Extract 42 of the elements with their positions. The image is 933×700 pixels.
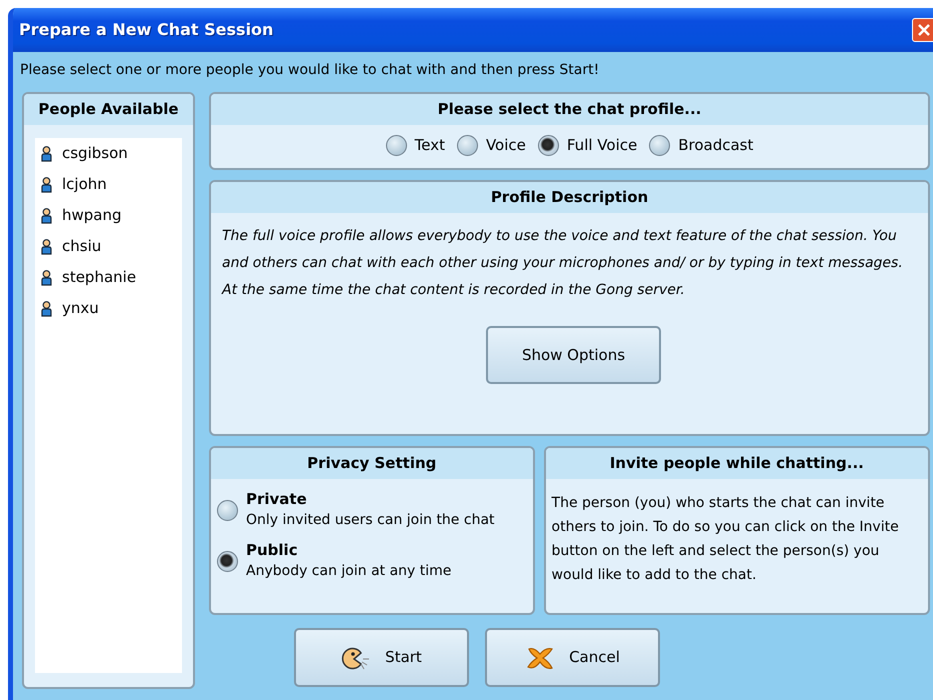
window-title: Prepare a New Chat Session: [19, 19, 274, 41]
option-label[interactable]: Public: [246, 540, 452, 560]
description-text: At the same time the chat content is recorded in the Gong server.: [222, 281, 686, 300]
person-item[interactable]: chsiu: [35, 235, 182, 258]
radio-button[interactable]: [456, 135, 478, 156]
person-item[interactable]: stephanie: [35, 266, 182, 289]
close-icon: [917, 23, 931, 37]
start-button[interactable]: Start: [294, 628, 469, 687]
instruction-text: Please select one or more people you would like to chat with and then press Start!: [20, 61, 600, 79]
person-item[interactable]: ynxu: [35, 297, 182, 320]
radio-label[interactable]: Voice: [486, 134, 526, 157]
panel-title: Invite people while chatting...: [610, 453, 864, 474]
radio-button[interactable]: [386, 135, 407, 156]
radio-button[interactable]: [217, 500, 238, 520]
option-label[interactable]: Private: [246, 489, 495, 509]
radio-button[interactable]: [217, 550, 238, 572]
close-button[interactable]: [912, 18, 933, 42]
person-icon: [41, 146, 52, 162]
invite-text: The person (you) who starts the chat can invite others to join. To do so you can click on the Invite button on the left and select the person(s) you would like to add to the chat.: [550, 494, 900, 585]
radio-button[interactable]: [538, 135, 559, 156]
panel-title: Please select the chat profile...: [438, 99, 702, 120]
radio-label[interactable]: Full Voice: [566, 134, 638, 157]
person-item[interactable]: csgibson: [35, 142, 182, 165]
radio-label[interactable]: Text: [414, 134, 445, 157]
cancel-button[interactable]: Cancel: [485, 628, 660, 687]
option-hint: Anybody can join at any time: [246, 562, 452, 581]
face-icon: [341, 644, 372, 670]
option-hint: Only invited users can join the chat: [246, 511, 495, 530]
description-text: The full voice profile allows everybody to use the voice and text feature of the chat session. You and others can chat with each other using your microphones and/ or by typing in text messages.: [222, 227, 904, 273]
radio-label[interactable]: Broadcast: [678, 134, 754, 157]
person-icon: [41, 176, 52, 192]
person-icon: [41, 238, 52, 254]
person-item[interactable]: lcjohn: [35, 173, 182, 196]
person-icon: [41, 300, 52, 316]
person-icon: [41, 208, 52, 224]
panel-title: Profile Description: [490, 187, 648, 208]
panel-title: People Available: [38, 99, 179, 120]
show-options-button[interactable]: Show Options: [486, 326, 661, 384]
radio-button[interactable]: [649, 135, 670, 156]
panel-title: Privacy Setting: [307, 453, 436, 474]
person-item[interactable]: hwpang: [35, 204, 182, 227]
person-icon: [41, 270, 52, 286]
